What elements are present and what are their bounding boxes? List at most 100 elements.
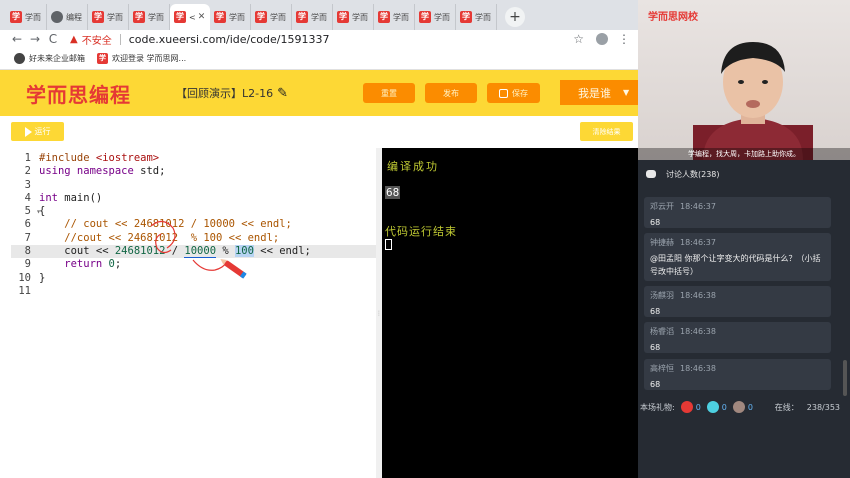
teacher-avatar-icon: [693, 42, 813, 160]
forward-icon[interactable]: →: [26, 32, 44, 46]
url-field[interactable]: ▲ 不安全 code.xueersi.com/ide/code/1591337: [70, 32, 573, 47]
bookmark-item[interactable]: 学欢迎登录 学而思网...: [97, 53, 186, 64]
menu-kebab-icon[interactable]: ⋮: [618, 32, 630, 46]
ide-toolbar: 运行 清除结果: [0, 116, 638, 148]
code-token: <iostream>: [95, 152, 160, 164]
code-line[interactable]: 10}: [11, 272, 376, 285]
company-mail-icon: [14, 53, 25, 64]
chat-meta: 汤麒羽 18:46:38: [650, 291, 716, 300]
browser-tab-active[interactable]: 学 < ✕: [170, 4, 210, 30]
line-number: 8: [24, 245, 31, 258]
code-line[interactable]: 3: [11, 179, 376, 192]
chat-message: 高梓恒 18:46:38 68: [644, 359, 831, 390]
close-icon[interactable]: ✕: [198, 12, 206, 22]
xue-icon: 学: [460, 11, 472, 23]
browser-tab[interactable]: 学学而: [415, 4, 456, 30]
chat-scrollbar[interactable]: [843, 360, 847, 396]
stream-footer: 本场礼物: 0 0 0 在线： 238/353: [640, 401, 840, 413]
globe-icon: [51, 11, 63, 23]
url-separator: [119, 33, 121, 45]
bookmark-star-icon[interactable]: ☆: [573, 32, 584, 46]
save-button[interactable]: 保存: [487, 83, 540, 103]
profile-icon[interactable]: [596, 33, 608, 45]
stream-subtitle: 学编程，找大周，卡加路上助你成。: [638, 148, 850, 160]
reset-button[interactable]: 重置: [363, 83, 415, 103]
url-text: code.xueersi.com/ide/code/1591337: [128, 32, 330, 46]
new-tab-button[interactable]: +: [505, 7, 525, 27]
save-icon: [499, 88, 508, 98]
browser-tab[interactable]: 学学而: [292, 4, 333, 30]
code-line[interactable]: 9 return 0;: [11, 258, 376, 271]
code-line[interactable]: 7 //cout << 24681012 % 100 << endl;: [11, 232, 376, 245]
xue-icon: 学: [133, 11, 145, 23]
browser-tab[interactable]: 学学而: [88, 4, 129, 30]
gift-icon[interactable]: [680, 401, 693, 413]
project-title[interactable]: 【回顾演示】L2-16 ✎: [176, 85, 288, 101]
code-line[interactable]: 6 // cout << 24681012 / 10000 << endl;: [11, 218, 376, 231]
gift-icon[interactable]: [732, 401, 745, 413]
browser-tab[interactable]: 学学而: [251, 4, 292, 30]
chat-message: 杨睿滔 18:46:38 68: [644, 322, 831, 353]
xue-icon: 学: [10, 11, 22, 23]
address-bar: ← → C ▲ 不安全 code.xueersi.com/ide/code/15…: [0, 30, 638, 48]
console-output: 68: [385, 186, 401, 199]
ide-header: 学而思编程 【回顾演示】L2-16 ✎ 重置 发布 保存 我是谁 ▼: [0, 70, 638, 116]
browser-tab[interactable]: 学学而: [333, 4, 374, 30]
browser-tab[interactable]: 学学而: [129, 4, 170, 30]
clear-results-button[interactable]: 清除结果: [580, 122, 633, 141]
code-token: 24681012: [114, 245, 166, 258]
bookmark-item[interactable]: 好未来企业邮箱: [14, 53, 85, 64]
line-number: 6: [24, 218, 31, 231]
code-token: << endl;: [253, 245, 311, 258]
code-token: int: [39, 191, 58, 204]
chat-bubble-icon: [646, 170, 656, 178]
line-number: 4: [24, 191, 31, 204]
browser-tab[interactable]: 学学而: [210, 4, 251, 30]
browser-tab[interactable]: 学学而: [6, 4, 47, 30]
browser-tab[interactable]: 学学而: [456, 4, 497, 30]
xue-icon: 学: [92, 11, 104, 23]
stream-brand: 学而思网校: [648, 12, 698, 23]
line-number: 1: [24, 152, 31, 164]
line-number: 3: [24, 178, 31, 191]
chat-message: 邓云开 18:46:37 68: [644, 197, 831, 228]
site-logo[interactable]: 学而思编程: [26, 79, 166, 108]
code-line[interactable]: 5 ▾{: [11, 205, 376, 218]
xue-icon: 学: [214, 11, 226, 23]
fold-toggle-icon[interactable]: ▾: [36, 205, 41, 218]
chat-message: 汤麒羽 18:46:38 68: [644, 286, 831, 317]
publish-button[interactable]: 发布: [425, 83, 477, 103]
xue-icon: 学: [255, 11, 267, 23]
online-count: 在线： 238/353: [774, 402, 840, 412]
code-editor[interactable]: 1 #include <iostream> 2 using namespace st…: [11, 148, 376, 478]
chat-message: 钟捷赫 18:46:37 @田孟阳 你那个让字变大的代码是什么？（小括号改中括号）: [644, 233, 831, 281]
code-token: return: [39, 258, 109, 271]
browser-tab[interactable]: 学学而: [374, 4, 415, 30]
code-line[interactable]: 2 using namespace std;: [11, 165, 376, 178]
reload-icon[interactable]: C: [44, 32, 62, 46]
code-line[interactable]: 11: [11, 285, 376, 298]
bookmarks-bar: 好未来企业邮箱 学欢迎登录 学而思网...: [0, 48, 638, 70]
code-line[interactable]: 4 int main(): [11, 192, 376, 205]
code-line[interactable]: 1 #include <iostream>: [11, 152, 376, 165]
code-token: 10000: [184, 245, 217, 259]
line-number: 9: [24, 258, 31, 271]
xue-icon: 学: [337, 11, 349, 23]
xue-icon: 学: [296, 11, 308, 23]
xue-icon: 学: [419, 11, 431, 23]
gift-icon[interactable]: [706, 401, 719, 413]
chat-meta: 高梓恒 18:46:38: [650, 364, 716, 373]
edit-pencil-icon[interactable]: ✎: [277, 86, 288, 101]
run-button[interactable]: 运行: [11, 122, 64, 141]
browser-tab-bar: 学学而 编程 学学而 学学而 学 < ✕ 学学而 学学而 学学而 学学而 学学而 学…: [0, 0, 638, 30]
xue-icon: 学: [174, 11, 186, 23]
user-menu-button[interactable]: 我是谁 ▼: [560, 80, 638, 105]
line-number: 5 ▾: [11, 205, 41, 218]
caret-down-icon: ▼: [623, 88, 630, 97]
code-token: %: [216, 245, 235, 258]
back-icon[interactable]: ←: [8, 32, 26, 46]
browser-tab[interactable]: 编程: [47, 4, 88, 30]
code-selection: 100: [234, 245, 254, 258]
code-line-active[interactable]: 8 cout << 24681012 / 10000 % 100 << endl…: [11, 245, 376, 259]
teacher-video: 学而思网校 学编程，找大周，卡加路上助你成。: [638, 0, 850, 160]
